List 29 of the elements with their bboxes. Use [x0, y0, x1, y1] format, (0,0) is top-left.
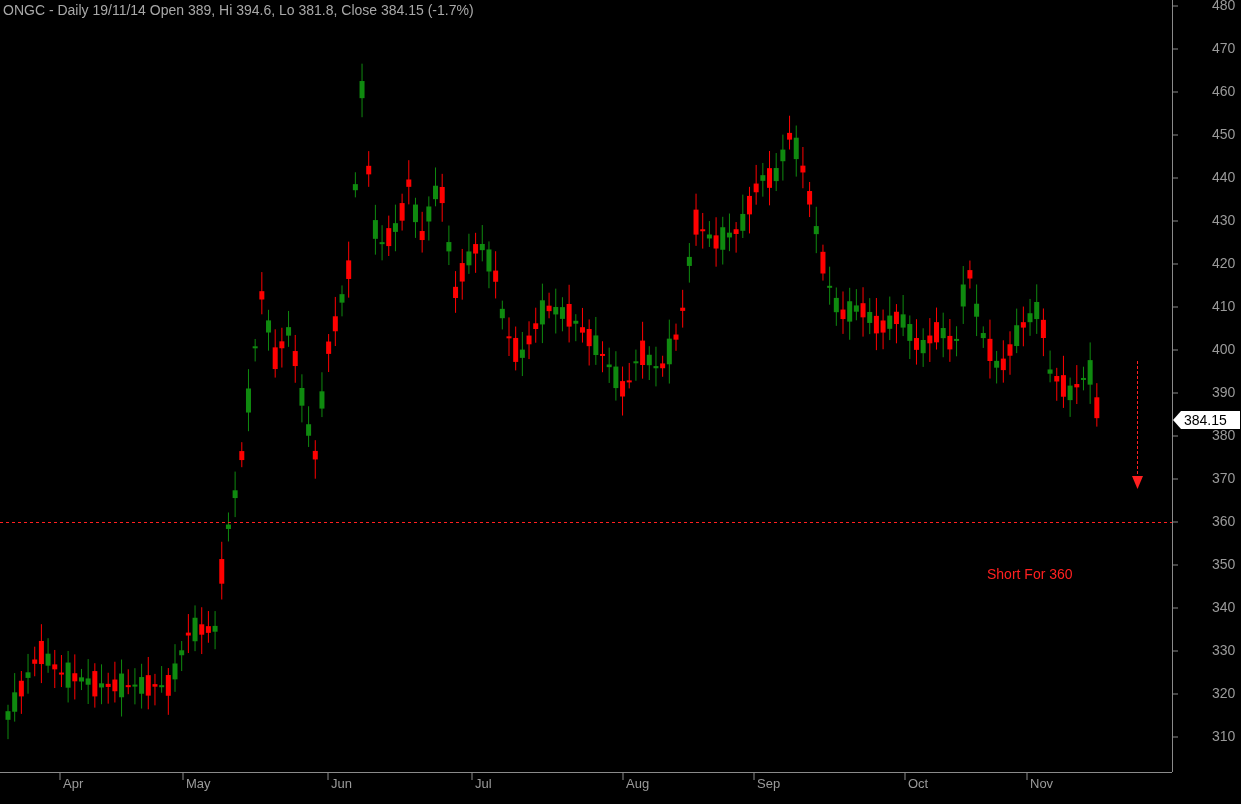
- x-axis-label: May: [186, 776, 211, 791]
- y-axis-label: 330: [1212, 642, 1236, 658]
- y-axis-label: 470: [1212, 40, 1236, 56]
- x-axis-label: Aug: [626, 776, 650, 791]
- y-axis-label: 380: [1212, 427, 1236, 443]
- y-axis-label: 430: [1212, 212, 1236, 228]
- x-axis-label: Apr: [63, 776, 84, 791]
- y-axis-label: 390: [1212, 384, 1236, 400]
- y-axis-label: 340: [1212, 599, 1236, 615]
- y-axis-label: 460: [1212, 83, 1236, 99]
- x-axis-label: Jul: [475, 776, 492, 791]
- y-axis-label: 450: [1212, 126, 1236, 142]
- last-price-tag: 384.15: [1173, 411, 1240, 429]
- y-axis-label: 310: [1212, 728, 1236, 744]
- y-axis-label: 420: [1212, 255, 1236, 271]
- y-axis-label: 370: [1212, 470, 1236, 486]
- y-axis-label: 410: [1212, 298, 1236, 314]
- y-axis-label: 440: [1212, 169, 1236, 185]
- y-axis-label: 350: [1212, 556, 1236, 572]
- y-axis-label: 480: [1212, 0, 1236, 13]
- annotation-text: Short For 360: [987, 566, 1073, 582]
- y-axis-label: 320: [1212, 685, 1236, 701]
- y-axis-label: 360: [1212, 513, 1236, 529]
- chart-title: ONGC - Daily 19/11/14 Open 389, Hi 394.6, Lo 381.8, Close 384.15 (-1.7%): [3, 2, 474, 18]
- y-axis-label: 400: [1212, 341, 1236, 357]
- x-axis-label: Jun: [331, 776, 352, 791]
- x-axis-label: Nov: [1030, 776, 1054, 791]
- x-axis-label: Sep: [757, 776, 781, 791]
- x-axis-label: Oct: [908, 776, 929, 791]
